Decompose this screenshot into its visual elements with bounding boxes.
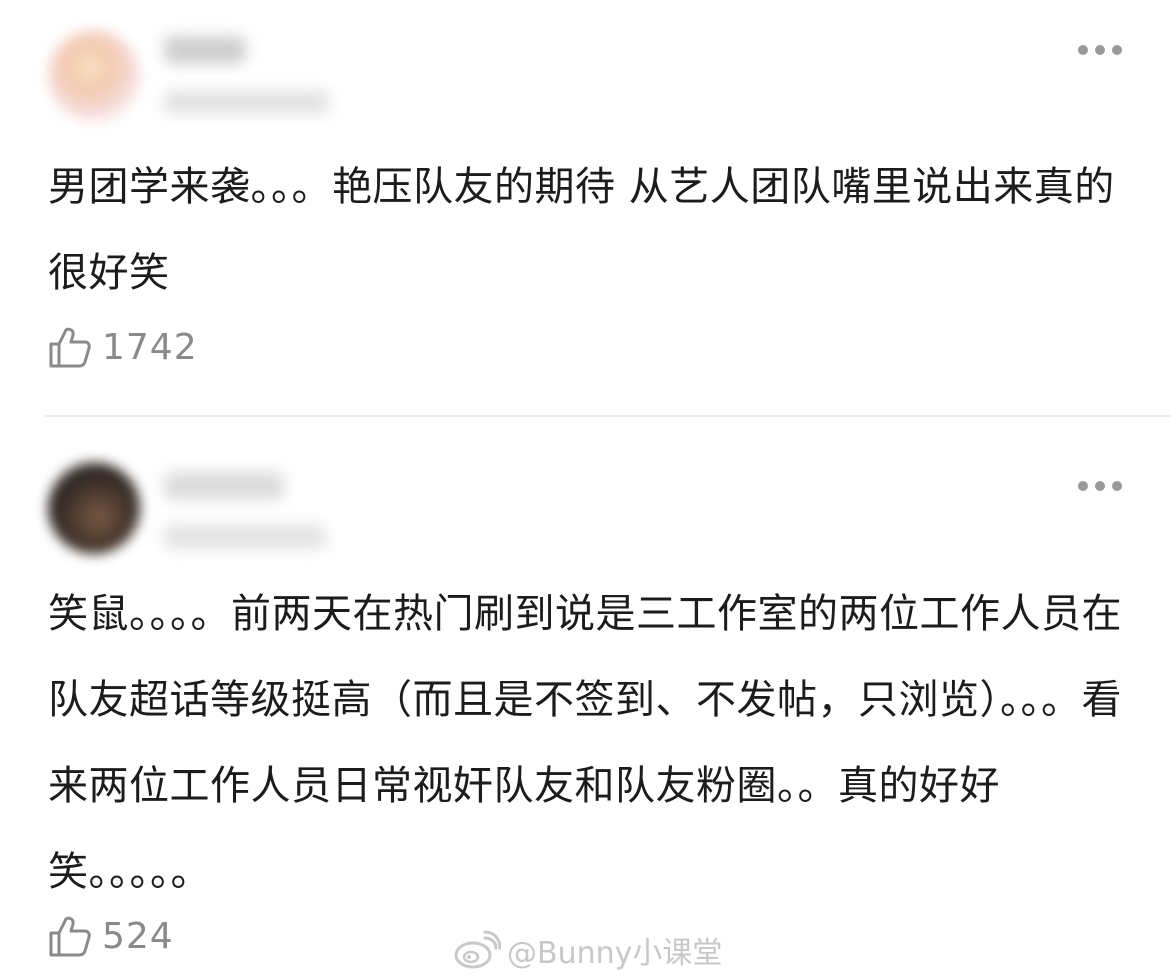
thumbs-up-icon (49, 327, 91, 368)
thumbs-up-icon (49, 916, 91, 957)
like-count: 524 (102, 915, 174, 957)
comment-card: 男团学来袭。。。艳压队友的期待 从艺人团队嘴里说出来真的很好笑 1742 (0, 0, 1170, 416)
watermark-text: @Bunny小课堂 (507, 936, 723, 971)
more-dot (1095, 45, 1105, 55)
more-dot (1112, 481, 1122, 491)
username-redacted[interactable] (164, 472, 284, 500)
more-dot (1112, 45, 1122, 55)
avatar[interactable] (48, 462, 140, 554)
comment-meta-redacted (164, 90, 329, 114)
comment-text: 笑鼠。。。。前两天在热门刷到说是三工作室的两位工作人员在队友超话等级挺高（而且是… (48, 591, 1122, 895)
comment-card: 笑鼠。。。。前两天在热门刷到说是三工作室的两位工作人员在队友超话等级挺高（而且是… (0, 417, 1170, 980)
like-count: 1742 (102, 326, 198, 368)
weibo-logo-icon (454, 930, 501, 969)
watermark: @Bunny小课堂 (453, 928, 722, 972)
more-dot (1078, 481, 1088, 491)
username-redacted[interactable] (164, 36, 246, 64)
more-dot (1095, 481, 1105, 491)
more-options-button[interactable] (1078, 43, 1122, 57)
avatar[interactable] (48, 30, 140, 122)
like-button[interactable]: 524 (48, 914, 174, 958)
more-dot (1078, 45, 1088, 55)
comment-text: 男团学来袭。。。艳压队友的期待 从艺人团队嘴里说出来真的很好笑 (48, 164, 1115, 296)
comment-meta-redacted (164, 525, 326, 549)
more-options-button[interactable] (1078, 479, 1122, 493)
like-button[interactable]: 1742 (48, 325, 198, 369)
